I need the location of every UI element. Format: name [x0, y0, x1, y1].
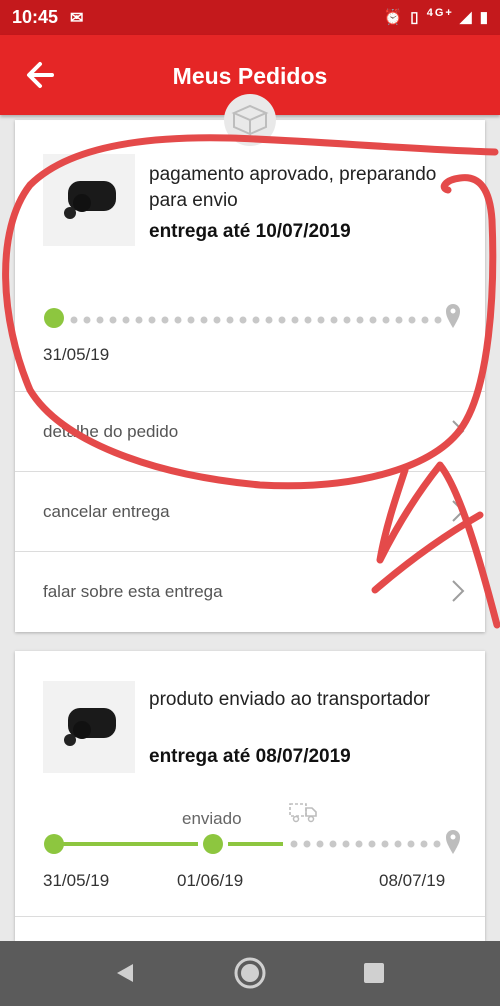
status-time: 10:45	[12, 7, 59, 27]
network-type: 4G+	[426, 7, 454, 19]
chevron-right-icon	[452, 500, 465, 522]
truck-icon	[289, 803, 317, 823]
nav-home-icon[interactable]	[233, 956, 267, 990]
order-detail-row[interactable]: detalhe do pedido	[15, 391, 485, 472]
box-icon	[224, 94, 276, 146]
status-bar: 10:45 ✉ ⏰ ▯ 4G+ ◢ ▮	[0, 0, 500, 35]
order-status: produto enviado ao transportador	[149, 689, 430, 710]
timeline-dot-shipped	[203, 834, 223, 854]
cancel-delivery-row[interactable]: cancelar entrega	[15, 471, 485, 552]
timeline-start-date: 31/05/19	[43, 345, 110, 364]
delivery-date: entrega até 08/07/2019	[149, 746, 351, 767]
product-thumbnail[interactable]	[43, 154, 135, 246]
product-thumbnail[interactable]	[43, 681, 135, 773]
timeline-pending-dots	[70, 316, 442, 324]
chevron-right-icon	[452, 420, 465, 442]
notification-icon: ✉	[70, 10, 84, 27]
order-card: produto enviado ao transportador entrega…	[15, 651, 485, 941]
order-detail-label: detalhe do pedido	[43, 422, 179, 441]
order-card: pagamento aprovado, preparando para envi…	[15, 120, 485, 632]
system-nav-bar	[0, 941, 500, 1006]
timeline-pending-dots	[290, 840, 441, 848]
chevron-right-icon	[452, 580, 465, 602]
contact-delivery-label: falar sobre esta entrega	[43, 582, 223, 601]
timeline-date: 08/07/19	[379, 871, 446, 890]
battery-icon: ▮	[479, 9, 490, 26]
vibrate-icon: ▯	[410, 9, 421, 26]
location-pin-icon	[446, 830, 460, 854]
cancel-delivery-label: cancelar entrega	[43, 502, 170, 521]
timeline-date: 01/06/19	[177, 871, 244, 890]
divider	[15, 916, 485, 917]
location-pin-icon	[446, 304, 460, 328]
order-timeline	[44, 830, 460, 854]
delivery-date: entrega até 10/07/2019	[149, 221, 351, 242]
nav-back-icon[interactable]	[113, 961, 137, 985]
alarm-icon: ⏰	[383, 9, 405, 26]
timeline-date: 31/05/19	[43, 871, 110, 890]
order-timeline	[44, 304, 460, 328]
timeline-dot-current	[44, 308, 64, 328]
signal-icon: ◢	[460, 9, 474, 26]
order-status: pagamento aprovado, preparando para envi…	[149, 164, 437, 211]
nav-recents-icon[interactable]	[363, 962, 385, 984]
contact-delivery-row[interactable]: falar sobre esta entrega	[15, 551, 485, 632]
timeline-dot-ordered	[44, 834, 64, 854]
page-title: Meus Pedidos	[172, 63, 328, 89]
status-icons: ⏰ ▯ 4G+ ◢ ▮	[383, 7, 490, 26]
